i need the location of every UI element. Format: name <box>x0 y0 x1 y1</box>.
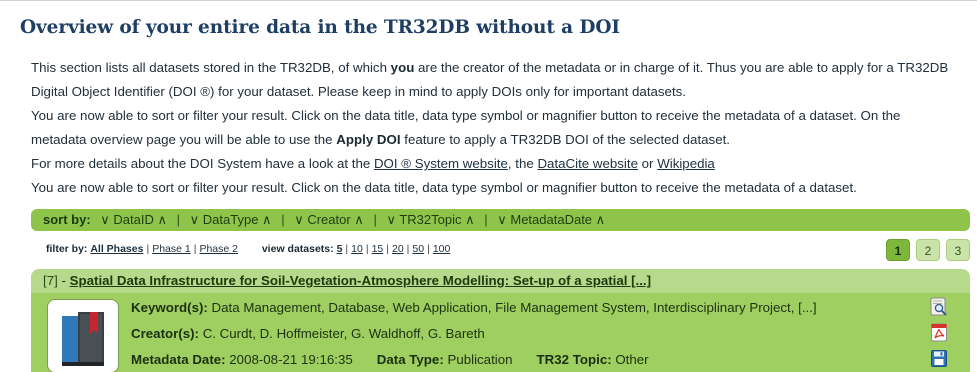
filter-row: filter by: All Phases | Phase 1 | Phase 2 vi… <box>46 243 451 255</box>
page-frame: Overview of your entire data in the TR32… <box>0 0 977 372</box>
page-title: Overview of your entire data in the TR32… <box>20 17 620 38</box>
intro-line-5: For more details about the DOI System ha… <box>31 156 715 171</box>
dataset-record: [7] - Spatial Data Infrastructure for So… <box>31 269 970 372</box>
record-body: Keyword(s): Data Management, Database, W… <box>31 293 970 372</box>
metadata-date-value: 2008-08-21 19:16:35 <box>229 352 353 367</box>
intro-text: This section lists all datasets stored i… <box>31 56 971 200</box>
creators-value: C. Curdt, D. Hoffmeister, G. Waldhoff, G… <box>202 326 485 341</box>
view-datasets-label: view datasets: <box>261 243 334 255</box>
sort-creator[interactable]: ∨ Creator ∧ <box>294 212 364 227</box>
view-count-50[interactable]: 50 <box>412 243 424 255</box>
record-title-link[interactable]: Spatial Data Infrastructure for Soil-Veg… <box>70 273 651 288</box>
pdf-icon[interactable] <box>930 323 948 342</box>
view-count-100[interactable]: 100 <box>433 243 451 255</box>
pagination: 1 2 3 <box>886 239 970 261</box>
intro-line-4: metadata overview page you will be able … <box>31 132 730 147</box>
data-type-thumbnail[interactable] <box>47 299 119 372</box>
record-meta: Keyword(s): Data Management, Database, W… <box>131 295 817 372</box>
sort-separator: | <box>176 212 181 227</box>
page-button-3[interactable]: 3 <box>946 239 970 261</box>
intro-line-6: You are now able to sort or filter your … <box>31 180 857 195</box>
sort-datatype[interactable]: ∨ DataType ∧ <box>190 212 272 227</box>
sort-metadatadate[interactable]: ∨ MetadataDate ∧ <box>497 212 605 227</box>
sort-separator: | <box>484 212 488 227</box>
keywords-line: Keyword(s): Data Management, Database, W… <box>131 300 817 315</box>
magnifier-icon[interactable] <box>930 297 948 316</box>
save-icon[interactable] <box>930 349 948 368</box>
sort-bar: sort by: ∨ DataID ∧ | ∨ DataType ∧ | ∨ C… <box>31 209 970 231</box>
keywords-value: Data Management, Database, Web Applicati… <box>211 300 817 315</box>
page-button-2[interactable]: 2 <box>916 239 940 261</box>
book-icon <box>62 312 104 366</box>
data-type-value: Publication <box>447 352 513 367</box>
sort-label: sort by: <box>43 212 91 227</box>
page-button-1[interactable]: 1 <box>886 239 910 261</box>
record-actions <box>930 297 948 368</box>
intro-line-3: You are now able to sort or filter your … <box>31 108 901 123</box>
intro-line-2: Digital Object Identifier (DOI ®) for yo… <box>31 84 686 99</box>
filter-phase-1[interactable]: Phase 1 <box>152 243 191 255</box>
sort-separator: | <box>281 212 285 227</box>
sort-separator: | <box>373 212 377 227</box>
record-id: [7] <box>43 273 58 288</box>
details-line: Metadata Date: 2008-08-21 19:16:35 Data T… <box>131 352 649 367</box>
datacite-link[interactable]: DataCite website <box>537 156 638 171</box>
sort-tr32topic[interactable]: ∨ TR32Topic ∧ <box>386 212 474 227</box>
view-count-20[interactable]: 20 <box>392 243 404 255</box>
doi-system-link[interactable]: DOI ® System website <box>374 156 508 171</box>
view-count-15[interactable]: 15 <box>372 243 384 255</box>
view-count-5[interactable]: 5 <box>337 243 343 255</box>
intro-line-1: This section lists all datasets stored i… <box>31 60 949 75</box>
filter-phase-2[interactable]: Phase 2 <box>199 243 238 255</box>
filter-all-phases[interactable]: All Phases <box>90 243 143 255</box>
filter-label: filter by: <box>46 243 88 255</box>
tr32-topic-value: Other <box>615 352 649 367</box>
creators-line: Creator(s): C. Curdt, D. Hoffmeister, G.… <box>131 326 485 341</box>
sort-dataid[interactable]: ∨ DataID ∧ <box>100 212 167 227</box>
view-count-10[interactable]: 10 <box>351 243 363 255</box>
record-title-row: [7] - Spatial Data Infrastructure for So… <box>43 273 652 288</box>
wikipedia-link[interactable]: Wikipedia <box>657 156 715 171</box>
